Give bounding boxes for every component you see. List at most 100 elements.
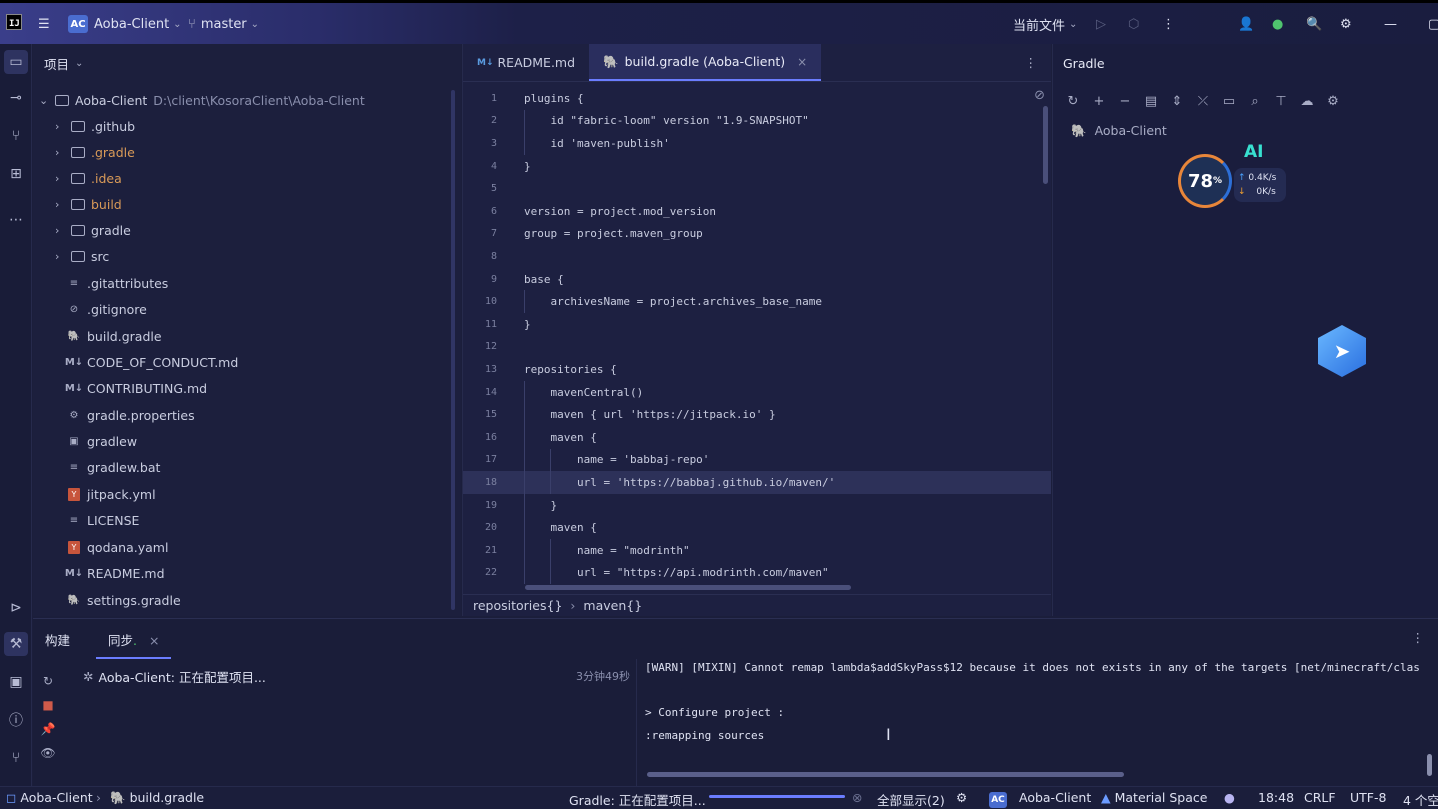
- branch-switcher[interactable]: ⑂ master ⌄: [188, 13, 259, 35]
- tree-file[interactable]: ≡ .gitattributes: [65, 271, 169, 295]
- tree-folder[interactable]: › gradle: [55, 218, 131, 242]
- console-horizontal-scrollbar[interactable]: [647, 772, 1124, 777]
- status-project-widget[interactable]: AC Aoba-Client: [989, 790, 1091, 808]
- maximize-icon[interactable]: ▢: [1428, 13, 1438, 35]
- project-folder-icon[interactable]: ▭: [4, 50, 28, 74]
- git-icon[interactable]: ⑂: [4, 746, 28, 770]
- tree-file[interactable]: ⚙ gradle.properties: [65, 403, 195, 427]
- search-icon[interactable]: 🔍: [1306, 13, 1322, 35]
- code-line[interactable]: 20 maven {: [463, 516, 1051, 539]
- theme-dot-icon[interactable]: ●: [1224, 790, 1235, 805]
- tree-file[interactable]: ▣ gradlew: [65, 429, 137, 453]
- status-breadcrumb-file[interactable]: 🐘 build.gradle: [110, 790, 204, 806]
- close-icon[interactable]: ×: [797, 55, 807, 69]
- code-line[interactable]: 7 group = project.maven_group: [463, 223, 1051, 246]
- problems-icon[interactable]: ⓘ: [4, 708, 28, 732]
- rerun-icon[interactable]: ↻: [39, 669, 57, 693]
- gradle-project-item[interactable]: 🐘 Aoba-Client: [1071, 123, 1167, 139]
- add-user-icon[interactable]: 👤: [1238, 13, 1254, 35]
- sync-tree-item[interactable]: ✲ Aoba-Client: 正在配置项目...: [83, 667, 266, 686]
- tree-file[interactable]: ⊘ .gitignore: [65, 297, 147, 321]
- tree-file[interactable]: 🐘 settings.gradle: [65, 588, 181, 612]
- tree-folder[interactable]: › .github: [55, 114, 135, 138]
- main-menu-icon[interactable]: ☰: [38, 13, 50, 35]
- analyze-icon[interactable]: ⌕: [1245, 91, 1265, 111]
- code-line[interactable]: 21 name = "modrinth": [463, 539, 1051, 562]
- code-line[interactable]: 18 url = 'https://babbaj.github.io/maven…: [463, 471, 1051, 494]
- more-actions-icon[interactable]: ⋮: [1412, 630, 1425, 645]
- code-line[interactable]: 1 plugins {: [463, 87, 1051, 110]
- code-line[interactable]: 17 name = 'babbaj-repo': [463, 449, 1051, 472]
- tree-file[interactable]: Yqodana.yaml: [65, 535, 168, 559]
- tree-file[interactable]: 🐘 build.gradle: [65, 324, 162, 348]
- code-line[interactable]: 19 }: [463, 494, 1051, 517]
- network-monitor-widget[interactable]: 78% AI ↑ 0.4K/s ↓ 0K/s: [1178, 142, 1288, 212]
- code-line[interactable]: 4}: [463, 155, 1051, 178]
- tree-file[interactable]: M↓ CONTRIBUTING.md: [65, 376, 207, 400]
- remove-icon[interactable]: −: [1115, 91, 1135, 111]
- terminal-icon[interactable]: ▣: [4, 670, 28, 694]
- code-line[interactable]: 11}: [463, 313, 1051, 336]
- background-task-label[interactable]: Gradle: 正在配置项目...: [569, 790, 706, 809]
- status-breadcrumb-project[interactable]: ◻ Aoba-Client: [6, 790, 93, 805]
- execute-task-icon[interactable]: ▤: [1141, 91, 1161, 111]
- breadcrumb-item[interactable]: maven{}: [583, 598, 642, 613]
- pin-icon[interactable]: 📌: [39, 717, 57, 741]
- indent-setting[interactable]: 4 个空: [1403, 790, 1438, 809]
- code-editor[interactable]: 1 plugins {2 id "fabric-loom" version "1.…: [463, 83, 1051, 598]
- tree-file[interactable]: M↓ CODE_OF_CONDUCT.md: [65, 350, 238, 374]
- cancel-task-icon[interactable]: ⊗: [852, 790, 862, 805]
- inspection-off-icon[interactable]: ⊘: [1034, 88, 1045, 103]
- tree-folder[interactable]: › build: [55, 192, 122, 216]
- code-line[interactable]: 5: [463, 177, 1051, 200]
- code-line[interactable]: 22 url = "https://api.modrinth.com/maven…: [463, 562, 1051, 585]
- tree-folder[interactable]: › src: [55, 244, 109, 268]
- console-output[interactable]: [WARN] [MIXIN] Cannot remap lambda$addSk…: [645, 657, 1435, 747]
- debug-icon[interactable]: ⬡: [1128, 13, 1139, 35]
- editor-horizontal-scrollbar[interactable]: [525, 585, 851, 590]
- console-vertical-scrollbar[interactable]: [1427, 754, 1432, 776]
- pull-requests-icon[interactable]: ⑂: [4, 124, 28, 148]
- offline-mode-icon[interactable]: ☁: [1297, 91, 1317, 111]
- file-encoding[interactable]: UTF-8: [1350, 790, 1386, 805]
- more-actions-icon[interactable]: ⋮: [1162, 13, 1175, 35]
- structure-icon[interactable]: ⊞: [4, 162, 28, 186]
- open-folder-icon[interactable]: ▭: [1219, 91, 1239, 111]
- settings-gear-icon[interactable]: ⚙: [1323, 91, 1343, 111]
- tab-build-gradle[interactable]: 🐘 build.gradle (Aoba-Client) ×: [589, 44, 822, 81]
- code-line[interactable]: 9 base {: [463, 268, 1051, 291]
- run-icon[interactable]: ▷: [1096, 13, 1106, 35]
- more-actions-icon[interactable]: ⋮: [1025, 55, 1038, 70]
- code-line[interactable]: 3 id 'maven-publish': [463, 132, 1051, 155]
- run-config-selector[interactable]: 当前文件 ⌄: [1013, 13, 1077, 35]
- expand-all-icon[interactable]: ⇕: [1167, 91, 1187, 111]
- project-switcher[interactable]: AC Aoba-Client ⌄: [68, 13, 182, 35]
- code-line[interactable]: 13 repositories {: [463, 358, 1051, 381]
- code-line[interactable]: 8: [463, 245, 1051, 268]
- close-icon[interactable]: ×: [149, 633, 159, 648]
- tree-folder[interactable]: › .idea: [55, 166, 122, 190]
- collapse-all-icon[interactable]: ⤫: [1193, 91, 1213, 111]
- code-line[interactable]: 15 maven { url 'https://jitpack.io' }: [463, 403, 1051, 426]
- tree-file[interactable]: M↓ README.md: [65, 561, 165, 585]
- more-tools-icon[interactable]: ⋯: [4, 208, 28, 232]
- show-all-tasks-link[interactable]: 全部显示(2): [877, 790, 945, 809]
- tab-build[interactable]: 构建: [33, 619, 82, 659]
- project-scrollbar[interactable]: [451, 90, 455, 610]
- project-panel-header[interactable]: 项目 ⌄: [33, 44, 461, 82]
- status-dot-icon[interactable]: ●: [1272, 13, 1283, 35]
- tree-file[interactable]: ≡ gradlew.bat: [65, 455, 161, 479]
- reload-icon[interactable]: ↻: [1063, 91, 1083, 111]
- code-line[interactable]: 16 maven {: [463, 426, 1051, 449]
- tree-root[interactable]: ⌄ Aoba-Client D:\client\KosoraClient\Aob…: [39, 88, 365, 112]
- run-tool-icon[interactable]: ⊳: [4, 596, 28, 620]
- tree-file[interactable]: Yjitpack.yml: [65, 482, 156, 506]
- eye-icon[interactable]: 👁: [39, 741, 57, 765]
- code-line[interactable]: 10 archivesName = project.archives_base_…: [463, 290, 1051, 313]
- tree-folder[interactable]: › .gradle: [55, 140, 135, 164]
- build-hammer-icon[interactable]: ⚒: [4, 632, 28, 656]
- plugin-gear-icon[interactable]: ⚙: [956, 790, 967, 805]
- minimize-icon[interactable]: —: [1384, 13, 1397, 35]
- commit-icon[interactable]: ⊸: [4, 86, 28, 110]
- breadcrumb-item[interactable]: repositories{}: [473, 598, 562, 613]
